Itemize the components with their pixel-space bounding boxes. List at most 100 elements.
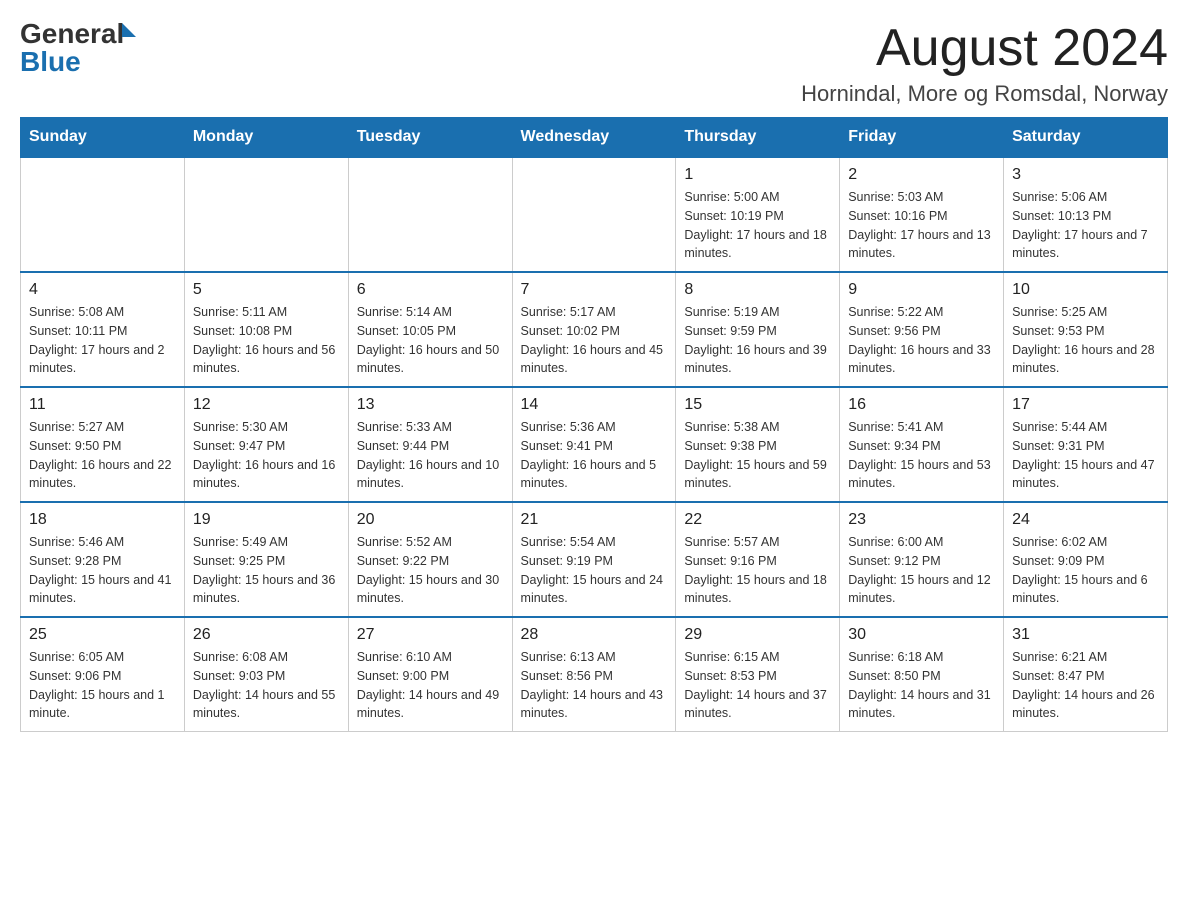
calendar-week-row: 11 Sunrise: 5:27 AM Sunset: 9:50 PM Dayli… [21, 387, 1168, 502]
day-number: 29 [684, 626, 831, 644]
calendar-cell [348, 157, 512, 272]
calendar-cell: 31Sunrise: 6:21 AM Sunset: 8:47 PM Dayli… [1004, 617, 1168, 732]
day-number: 14 [521, 396, 668, 414]
day-info: Sunrise: 5:22 AM Sunset: 9:56 PM Dayligh… [848, 303, 995, 378]
day-info: Sunrise: 6:00 AM Sunset: 9:12 PM Dayligh… [848, 533, 995, 608]
calendar-cell: 26 Sunrise: 6:08 AM Sunset: 9:03 PM Dayli… [184, 617, 348, 732]
day-number: 7 [521, 281, 668, 299]
calendar-cell: 27 Sunrise: 6:10 AM Sunset: 9:00 PM Dayli… [348, 617, 512, 732]
logo-blue-text: Blue [20, 48, 136, 76]
calendar-table: SundayMondayTuesdayWednesdayThursdayFrid… [20, 117, 1168, 732]
day-info: Sunrise: 6:13 AM Sunset: 8:56 PM Dayligh… [521, 648, 668, 723]
calendar-cell: 16 Sunrise: 5:41 AM Sunset: 9:34 PM Dayli… [840, 387, 1004, 502]
calendar-cell: 5 Sunrise: 5:11 AM Sunset: 10:08 PM Dayli… [184, 272, 348, 387]
day-number: 5 [193, 281, 340, 299]
day-number: 31 [1012, 626, 1159, 644]
day-info: Sunrise: 5:49 AM Sunset: 9:25 PM Dayligh… [193, 533, 340, 608]
day-info: Sunrise: 5:27 AM Sunset: 9:50 PM Dayligh… [29, 418, 176, 493]
calendar-cell: 11 Sunrise: 5:27 AM Sunset: 9:50 PM Dayli… [21, 387, 185, 502]
calendar-cell: 25 Sunrise: 6:05 AM Sunset: 9:06 PM Dayli… [21, 617, 185, 732]
day-number: 8 [684, 281, 831, 299]
day-number: 6 [357, 281, 504, 299]
day-info: Sunrise: 5:08 AM Sunset: 10:11 PM Daylig… [29, 303, 176, 378]
day-info: Sunrise: 5:46 AM Sunset: 9:28 PM Dayligh… [29, 533, 176, 608]
day-number: 22 [684, 511, 831, 529]
day-info: Sunrise: 5:03 AM Sunset: 10:16 PM Daylig… [848, 188, 995, 263]
day-number: 23 [848, 511, 995, 529]
day-number: 20 [357, 511, 504, 529]
day-info: Sunrise: 5:06 AM Sunset: 10:13 PM Daylig… [1012, 188, 1159, 263]
day-number: 28 [521, 626, 668, 644]
calendar-cell: 14Sunrise: 5:36 AM Sunset: 9:41 PM Dayli… [512, 387, 676, 502]
calendar-header-monday: Monday [184, 118, 348, 158]
calendar-header-thursday: Thursday [676, 118, 840, 158]
calendar-cell: 13 Sunrise: 5:33 AM Sunset: 9:44 PM Dayli… [348, 387, 512, 502]
title-area: August 2024 Hornindal, More og Romsdal, … [801, 20, 1168, 107]
calendar-header-friday: Friday [840, 118, 1004, 158]
day-info: Sunrise: 5:14 AM Sunset: 10:05 PM Daylig… [357, 303, 504, 378]
calendar-cell: 9 Sunrise: 5:22 AM Sunset: 9:56 PM Daylig… [840, 272, 1004, 387]
day-number: 13 [357, 396, 504, 414]
day-info: Sunrise: 5:38 AM Sunset: 9:38 PM Dayligh… [684, 418, 831, 493]
calendar-cell: 23 Sunrise: 6:00 AM Sunset: 9:12 PM Dayli… [840, 502, 1004, 617]
day-info: Sunrise: 5:11 AM Sunset: 10:08 PM Daylig… [193, 303, 340, 378]
calendar-cell: 17 Sunrise: 5:44 AM Sunset: 9:31 PM Dayli… [1004, 387, 1168, 502]
calendar-cell [512, 157, 676, 272]
day-number: 24 [1012, 511, 1159, 529]
day-number: 11 [29, 396, 176, 414]
day-info: Sunrise: 6:02 AM Sunset: 9:09 PM Dayligh… [1012, 533, 1159, 608]
day-info: Sunrise: 5:19 AM Sunset: 9:59 PM Dayligh… [684, 303, 831, 378]
day-info: Sunrise: 5:25 AM Sunset: 9:53 PM Dayligh… [1012, 303, 1159, 378]
day-info: Sunrise: 5:17 AM Sunset: 10:02 PM Daylig… [521, 303, 668, 378]
day-info: Sunrise: 6:05 AM Sunset: 9:06 PM Dayligh… [29, 648, 176, 723]
day-number: 10 [1012, 281, 1159, 299]
calendar-cell: 3 Sunrise: 5:06 AM Sunset: 10:13 PM Dayli… [1004, 157, 1168, 272]
calendar-cell: 18 Sunrise: 5:46 AM Sunset: 9:28 PM Dayli… [21, 502, 185, 617]
day-number: 26 [193, 626, 340, 644]
day-number: 15 [684, 396, 831, 414]
calendar-week-row: 1 Sunrise: 5:00 AM Sunset: 10:19 PM Dayli… [21, 157, 1168, 272]
day-number: 27 [357, 626, 504, 644]
calendar-cell [21, 157, 185, 272]
page-header: General Blue August 2024 Hornindal, More… [20, 20, 1168, 107]
day-number: 16 [848, 396, 995, 414]
day-info: Sunrise: 5:00 AM Sunset: 10:19 PM Daylig… [684, 188, 831, 263]
day-number: 25 [29, 626, 176, 644]
logo-triangle-icon [122, 23, 136, 37]
day-number: 4 [29, 281, 176, 299]
day-info: Sunrise: 5:33 AM Sunset: 9:44 PM Dayligh… [357, 418, 504, 493]
day-info: Sunrise: 5:52 AM Sunset: 9:22 PM Dayligh… [357, 533, 504, 608]
day-number: 9 [848, 281, 995, 299]
day-number: 1 [684, 166, 831, 184]
calendar-header-row: SundayMondayTuesdayWednesdayThursdayFrid… [21, 118, 1168, 158]
calendar-header-sunday: Sunday [21, 118, 185, 158]
day-info: Sunrise: 5:30 AM Sunset: 9:47 PM Dayligh… [193, 418, 340, 493]
calendar-cell: 21 Sunrise: 5:54 AM Sunset: 9:19 PM Dayli… [512, 502, 676, 617]
day-info: Sunrise: 6:10 AM Sunset: 9:00 PM Dayligh… [357, 648, 504, 723]
day-number: 17 [1012, 396, 1159, 414]
calendar-cell: 2 Sunrise: 5:03 AM Sunset: 10:16 PM Dayli… [840, 157, 1004, 272]
logo: General Blue [20, 20, 136, 76]
day-info: Sunrise: 5:41 AM Sunset: 9:34 PM Dayligh… [848, 418, 995, 493]
day-number: 21 [521, 511, 668, 529]
calendar-cell: 10 Sunrise: 5:25 AM Sunset: 9:53 PM Dayli… [1004, 272, 1168, 387]
day-info: Sunrise: 5:54 AM Sunset: 9:19 PM Dayligh… [521, 533, 668, 608]
day-info: Sunrise: 6:08 AM Sunset: 9:03 PM Dayligh… [193, 648, 340, 723]
calendar-cell: 29Sunrise: 6:15 AM Sunset: 8:53 PM Dayli… [676, 617, 840, 732]
calendar-header-tuesday: Tuesday [348, 118, 512, 158]
day-number: 2 [848, 166, 995, 184]
day-number: 18 [29, 511, 176, 529]
calendar-week-row: 18 Sunrise: 5:46 AM Sunset: 9:28 PM Dayli… [21, 502, 1168, 617]
day-number: 19 [193, 511, 340, 529]
calendar-cell: 12 Sunrise: 5:30 AM Sunset: 9:47 PM Dayli… [184, 387, 348, 502]
calendar-cell: 24 Sunrise: 6:02 AM Sunset: 9:09 PM Dayli… [1004, 502, 1168, 617]
calendar-cell: 19 Sunrise: 5:49 AM Sunset: 9:25 PM Dayli… [184, 502, 348, 617]
calendar-header-saturday: Saturday [1004, 118, 1168, 158]
day-number: 3 [1012, 166, 1159, 184]
calendar-header-wednesday: Wednesday [512, 118, 676, 158]
calendar-cell: 6 Sunrise: 5:14 AM Sunset: 10:05 PM Dayli… [348, 272, 512, 387]
calendar-cell: 8 Sunrise: 5:19 AM Sunset: 9:59 PM Daylig… [676, 272, 840, 387]
calendar-week-row: 4 Sunrise: 5:08 AM Sunset: 10:11 PM Dayli… [21, 272, 1168, 387]
day-info: Sunrise: 5:44 AM Sunset: 9:31 PM Dayligh… [1012, 418, 1159, 493]
day-number: 12 [193, 396, 340, 414]
